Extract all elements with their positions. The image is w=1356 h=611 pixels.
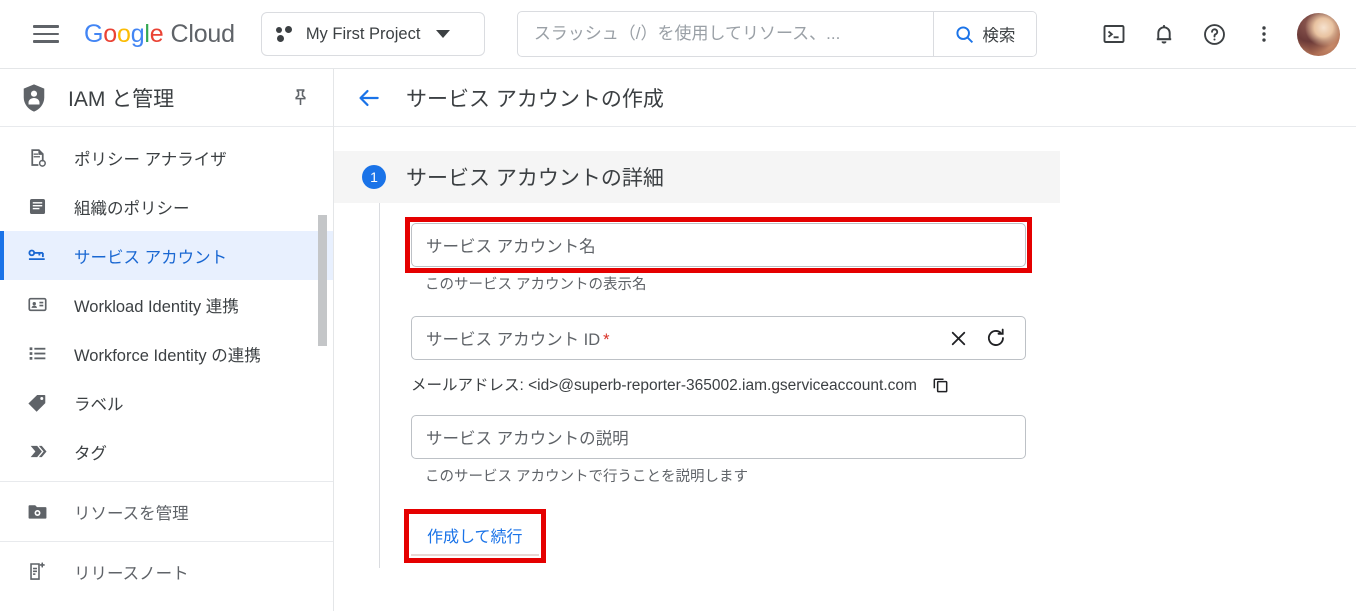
app-root: GoogleCloud My First Project 検索 (0, 0, 1356, 611)
logo-letter-G: G (84, 19, 104, 48)
sidebar-item-label: ポリシー アナライザ (74, 150, 227, 169)
shield-person-icon (23, 83, 45, 112)
search-button-label: 検索 (982, 27, 1016, 45)
search-button[interactable]: 検索 (932, 12, 1036, 56)
help-icon[interactable] (1191, 11, 1237, 57)
sidebar-item-label: 組織のポリシー (74, 199, 190, 218)
service-account-id-actions (948, 327, 1025, 349)
sidebar-item-workload-identity[interactable]: Workload Identity 連携 (0, 280, 333, 329)
service-account-email-text: メールアドレス: <id>@superb-reporter-365002.iam… (411, 377, 917, 394)
search-icon (956, 25, 974, 43)
pin-icon[interactable] (290, 87, 311, 108)
cloud-shell-icon[interactable] (1091, 11, 1137, 57)
sidebar-item-organization-policy[interactable]: 組織のポリシー (0, 182, 333, 231)
search-input[interactable] (517, 12, 933, 56)
user-avatar[interactable] (1297, 12, 1340, 56)
sidebar-item-release-notes[interactable]: リリースノート (0, 547, 333, 596)
sidebar: IAM と管理 ポリシー アナライザ 組織のポリシー サービス アカウント Wo… (0, 69, 334, 611)
logo-letter-o1: o (103, 19, 117, 48)
service-account-description-helper: このサービス アカウントで行うことを説明します (425, 469, 749, 485)
main-header: サービス アカウントの作成 (334, 69, 1356, 127)
sidebar-item-label: タグ (74, 444, 107, 463)
service-account-id-placeholder-text: サービス アカウント ID (426, 331, 601, 349)
service-account-name-helper: このサービス アカウントの表示名 (425, 277, 647, 293)
main-content: サービス アカウントの作成 1 サービス アカウントの詳細 サービス アカウント… (334, 69, 1356, 611)
service-account-name-field[interactable]: サービス アカウント名 (411, 223, 1026, 267)
sidebar-item-workforce-identity[interactable]: Workforce Identity の連携 (0, 329, 333, 378)
google-cloud-logo[interactable]: Google Cloud (84, 20, 235, 49)
required-asterisk: * (603, 331, 610, 349)
policy-analyzer-icon (24, 146, 50, 170)
service-account-id-placeholder: サービス アカウント ID * (412, 326, 610, 350)
create-button-row: 作成して続行 (379, 516, 1356, 556)
service-account-name-placeholder: サービス アカウント名 (426, 238, 596, 256)
copy-icon[interactable] (931, 375, 950, 394)
step-title: サービス アカウントの詳細 (406, 167, 664, 190)
hamburger-menu-icon[interactable] (22, 10, 70, 58)
clear-x-icon[interactable] (948, 328, 969, 349)
workforce-identity-list-icon (24, 342, 50, 366)
label-tag-icon (24, 391, 50, 415)
search-bar: 検索 (516, 11, 1037, 57)
sidebar-item-service-accounts[interactable]: サービス アカウント (0, 231, 333, 280)
organization-policy-icon (24, 195, 50, 219)
page-title: サービス アカウントの作成 (406, 87, 664, 111)
service-account-description-placeholder: サービス アカウントの説明 (426, 430, 629, 448)
release-notes-icon (24, 560, 50, 584)
project-selector[interactable]: My First Project (260, 12, 485, 56)
logo-letter-o2: o (116, 19, 131, 48)
workload-identity-icon (24, 293, 50, 317)
top-app-bar: GoogleCloud My First Project 検索 (0, 0, 1356, 69)
manage-resources-folder-icon (24, 500, 50, 524)
sidebar-divider-2 (0, 541, 333, 542)
sidebar-nav-list: ポリシー アナライザ 組織のポリシー サービス アカウント Workload I… (0, 127, 333, 596)
sidebar-divider-1 (0, 481, 333, 482)
sidebar-title: IAM と管理 (68, 87, 175, 111)
logo-letter-g: g (130, 19, 145, 48)
sidebar-item-label: サービス アカウント (74, 248, 228, 267)
back-arrow-icon[interactable] (346, 75, 392, 121)
notifications-bell-icon[interactable] (1141, 11, 1187, 57)
service-account-email-row: メールアドレス: <id>@superb-reporter-365002.iam… (411, 373, 1356, 395)
logo-letter-e: e (149, 19, 164, 48)
service-account-description-field[interactable]: サービス アカウントの説明 (411, 415, 1026, 459)
sidebar-item-manage-resources[interactable]: リソースを管理 (0, 487, 333, 536)
service-account-id-field[interactable]: サービス アカウント ID * (411, 316, 1026, 360)
sidebar-item-label: ラベル (74, 395, 124, 414)
service-account-key-icon (24, 244, 50, 268)
refresh-icon[interactable] (985, 327, 1007, 349)
sidebar-item-label: Workforce Identity の連携 (74, 346, 261, 365)
step-vertical-rail (379, 203, 380, 568)
sidebar-header: IAM と管理 (0, 69, 333, 127)
logo-word-cloud: Cloud (170, 19, 235, 48)
project-name-label: My First Project (305, 24, 421, 43)
more-options-icon[interactable] (1241, 11, 1287, 57)
step-body: サービス アカウント名 このサービス アカウントの表示名 サービス アカウント … (334, 203, 1356, 568)
sidebar-item-tags[interactable]: タグ (0, 427, 333, 476)
sidebar-scrollbar-thumb[interactable] (318, 215, 327, 346)
top-bar-actions (1091, 11, 1356, 57)
project-dots-icon (275, 26, 296, 42)
tag-arrow-icon (24, 440, 50, 464)
sidebar-item-labels[interactable]: ラベル (0, 378, 333, 427)
sidebar-item-label: Workload Identity 連携 (74, 297, 239, 316)
sidebar-item-label: リソースを管理 (74, 504, 189, 523)
sidebar-item-policy-analyzer[interactable]: ポリシー アナライザ (0, 133, 333, 182)
step-number-badge: 1 (362, 165, 386, 189)
create-and-continue-button[interactable]: 作成して続行 (411, 516, 539, 556)
chevron-down-icon (436, 30, 451, 38)
step-header: 1 サービス アカウントの詳細 (334, 151, 1060, 203)
sidebar-item-label: リリースノート (74, 564, 189, 583)
